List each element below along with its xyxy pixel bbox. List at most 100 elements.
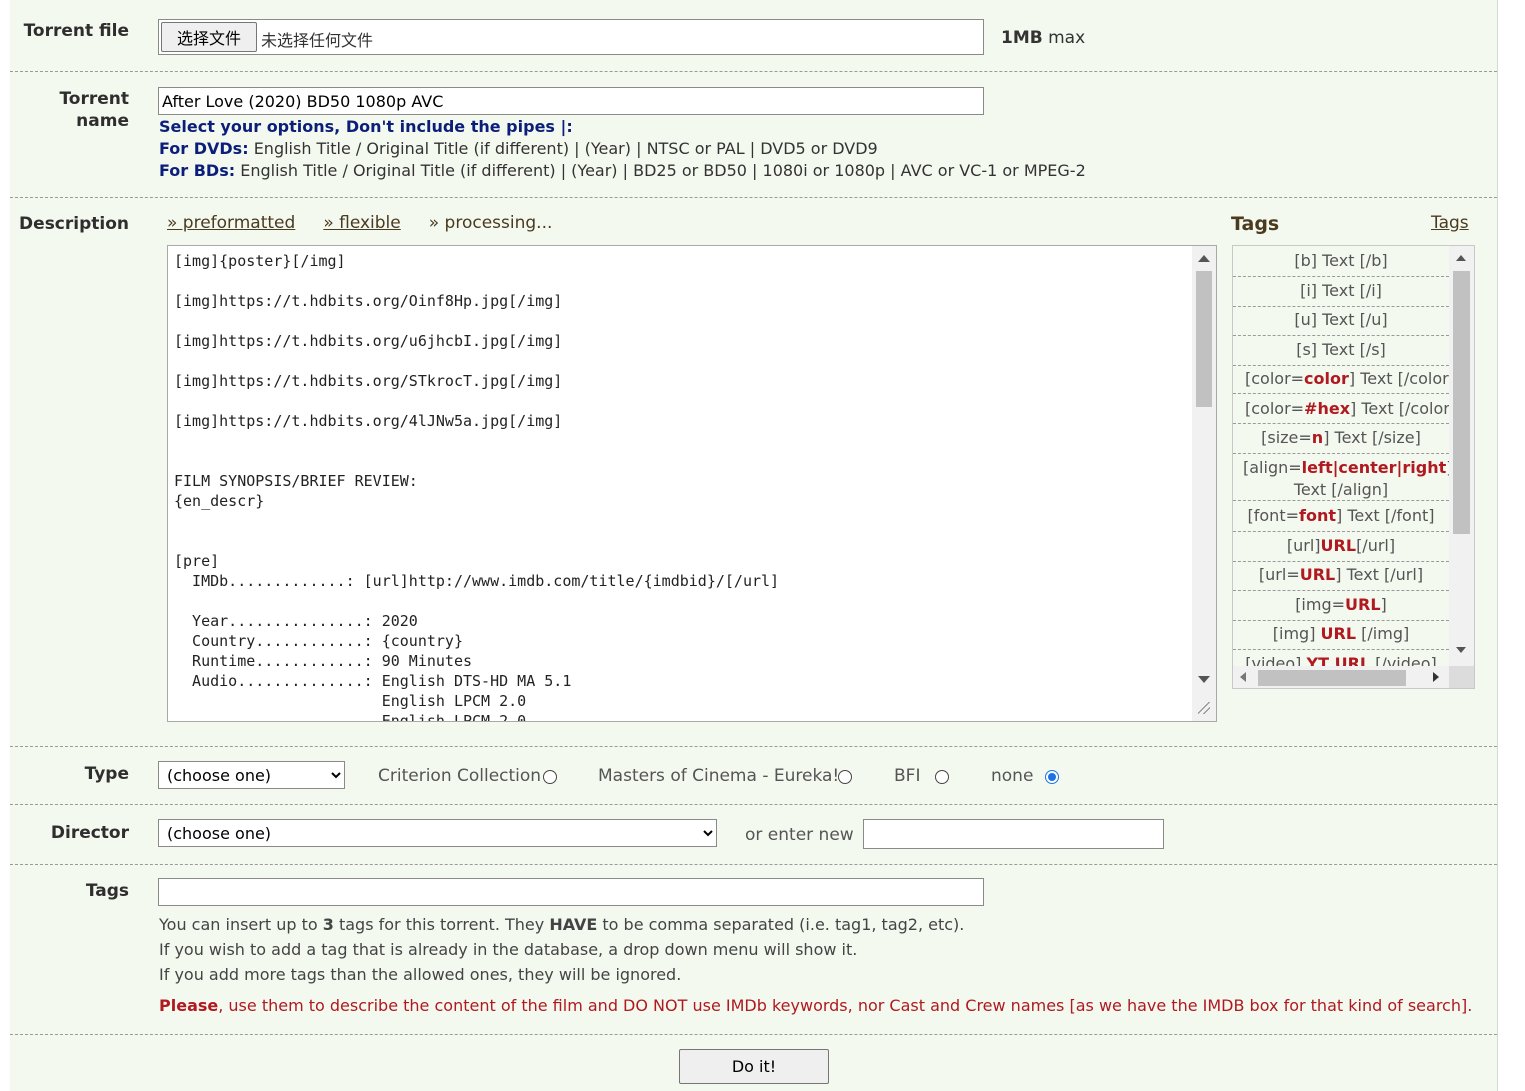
type-radio-none[interactable] [1045, 770, 1059, 784]
bbcode-tag-item[interactable]: [img] URL [/img] [1233, 623, 1449, 650]
type-radio-bfi[interactable] [935, 770, 949, 784]
director-or-new-label: or enter new [745, 825, 854, 845]
type-radio-moc[interactable] [838, 770, 852, 784]
type-select[interactable]: (choose one) [158, 761, 345, 789]
tags-warning-please: Please [159, 996, 219, 1015]
tags-row: Tags You can insert up to 3 tags for thi… [10, 864, 1497, 1035]
bbcode-tag-param: URL [1345, 595, 1381, 614]
bbcode-tag-param: n [1311, 428, 1324, 447]
bbcode-tag-suffix: ] Text [/font] [1336, 506, 1435, 525]
bbcode-tag-line2: Text [/align] [1293, 480, 1389, 499]
bbcode-tag-param: URL [1320, 536, 1357, 555]
tags-vscrollbar[interactable] [1449, 246, 1474, 666]
bbcode-tag-prefix: [s] Text [/s] [1296, 340, 1386, 359]
bd-hint-text: English Title / Original Title (if diffe… [235, 161, 1086, 180]
mode-flexible-link[interactable]: » flexible [323, 213, 400, 233]
bbcode-tag-item[interactable]: [align=left|center|right]Text [/align] [1233, 457, 1449, 501]
description-label: Description [19, 214, 129, 234]
bbcode-tag-suffix: ] Text [/color] [1348, 369, 1449, 388]
bbcode-tag-param: color [1304, 369, 1349, 388]
bbcode-tag-prefix: [b] Text [/b] [1294, 251, 1388, 270]
torrent-name-row: Torrent name Select your options, Don't … [10, 71, 1497, 198]
dvd-hint-text: English Title / Original Title (if diffe… [248, 139, 878, 158]
scroll-down-arrow[interactable] [1198, 676, 1210, 683]
bbcode-tag-prefix: [u] Text [/u] [1294, 310, 1388, 329]
bbcode-tag-suffix: [/img] [1356, 624, 1410, 643]
torrent-name-input[interactable] [158, 87, 984, 115]
description-scroll-thumb[interactable] [1196, 271, 1212, 407]
type-option-criterion-label: Criterion Collection [378, 766, 542, 786]
torrent-name-bd-hint: For BDs: English Title / Original Title … [159, 161, 1086, 180]
tags-help-1c: to be comma separated (i.e. tag1, tag2, … [597, 915, 965, 934]
bbcode-tag-prefix: [color= [1245, 399, 1305, 418]
bbcode-tag-param: left|center|right [1301, 458, 1447, 477]
size-limit: 1MB max [1001, 28, 1085, 48]
bbcode-tag-suffix: ] Text [/color] [1350, 399, 1449, 418]
bbcode-tag-item[interactable]: [i] Text [/i] [1233, 280, 1449, 307]
torrent-file-row: Torrent file 选择文件 未选择任何文件 1MB max [10, 0, 1497, 72]
type-label: Type [84, 764, 129, 784]
bbcode-tag-item[interactable]: [color=#hex] Text [/color] [1233, 398, 1449, 424]
bbcode-tag-prefix: [font= [1247, 506, 1299, 525]
bbcode-tag-prefix: [url] [1286, 536, 1321, 555]
torrent-name-label-line1: Torrent [59, 89, 129, 109]
mode-preformatted-link[interactable]: » preformatted [167, 213, 295, 233]
bbcode-tag-item[interactable]: [s] Text [/s] [1233, 339, 1449, 366]
director-label: Director [50, 823, 129, 843]
description-textarea[interactable]: [img]{poster}[/img] [img]https://t.hdbit… [167, 245, 1217, 722]
type-option-none-label: none [991, 766, 1034, 786]
tags-help-line2: If you wish to add a tag that is already… [159, 940, 858, 959]
bbcode-tag-item[interactable]: [u] Text [/u] [1233, 309, 1449, 336]
resize-handle-icon[interactable] [1198, 702, 1210, 714]
torrent-name-label: Torrent name [59, 88, 129, 132]
tags-scroll-up-arrow[interactable] [1456, 255, 1466, 261]
tags-input[interactable] [158, 878, 984, 906]
description-modes: » preformatted » flexible » processing... [167, 213, 552, 233]
tags-scroll-down-arrow[interactable] [1456, 647, 1466, 653]
tags-panel-title: Tags [1231, 213, 1280, 235]
bbcode-tag-item[interactable]: [size=n] Text [/size] [1233, 427, 1449, 454]
director-row: Director (choose one) or enter new [10, 804, 1497, 865]
tags-hscroll-thumb[interactable] [1258, 670, 1406, 686]
tags-help-line3: If you add more tags than the allowed on… [159, 965, 682, 984]
tags-help-line1: You can insert up to 3 tags for this tor… [159, 915, 964, 934]
type-radio-criterion[interactable] [543, 770, 557, 784]
bbcode-tag-item[interactable]: [img=URL] [1233, 594, 1449, 621]
bbcode-tag-suffix: ] Text [/size] [1323, 428, 1421, 447]
director-select[interactable]: (choose one) [158, 819, 717, 847]
bbcode-tag-item[interactable]: [font=font] Text [/font] [1233, 505, 1449, 532]
type-row: Type (choose one) Criterion Collection M… [10, 746, 1497, 805]
submit-button[interactable]: Do it! [679, 1049, 829, 1084]
description-scrollbar[interactable] [1192, 246, 1216, 721]
tags-label: Tags [85, 881, 129, 901]
tags-scroll-right-arrow[interactable] [1433, 672, 1439, 682]
bbcode-tag-param: URL [1299, 565, 1336, 584]
tags-panel-link[interactable]: Tags [1431, 213, 1469, 233]
choose-file-button[interactable]: 选择文件 [161, 22, 257, 52]
no-file-chosen-text: 未选择任何文件 [261, 31, 374, 50]
tags-vscroll-thumb[interactable] [1453, 271, 1470, 534]
bd-hint-label: For BDs: [159, 161, 236, 180]
bbcode-tag-suffix: [/url] [1356, 536, 1396, 555]
tags-help-1a: You can insert up to [159, 915, 323, 934]
mode-processing-text: » processing... [428, 213, 553, 233]
bbcode-tag-param: #hex [1304, 399, 1351, 418]
bbcode-tag-item[interactable]: [url]URL[/url] [1233, 535, 1449, 562]
tags-warning-text: , use them to describe the content of th… [218, 996, 1473, 1015]
tags-scroll-left-arrow[interactable] [1240, 672, 1246, 682]
bbcode-tag-item[interactable]: [color=color] Text [/color] [1233, 368, 1449, 394]
torrent-file-input[interactable]: 选择文件 未选择任何文件 [158, 19, 984, 55]
torrent-file-label: Torrent file [23, 21, 129, 41]
bbcode-tag-prefix: [img= [1295, 595, 1346, 614]
bbcode-tag-prefix: [align= [1243, 458, 1302, 477]
dvd-hint-label: For DVDs: [159, 139, 249, 158]
scroll-up-arrow[interactable] [1198, 255, 1210, 262]
type-option-bfi-label: BFI [894, 766, 921, 786]
upload-form: Torrent file 选择文件 未选择任何文件 1MB max Torren… [10, 0, 1498, 1091]
tags-hscrollbar[interactable] [1233, 666, 1449, 688]
bbcode-tag-item[interactable]: [url=URL] Text [/url] [1233, 564, 1449, 591]
director-new-input[interactable] [863, 819, 1164, 849]
bbcode-tag-item[interactable]: [b] Text [/b] [1233, 250, 1449, 277]
size-limit-suffix: max [1042, 28, 1086, 48]
bbcode-tag-param: font [1299, 506, 1336, 525]
